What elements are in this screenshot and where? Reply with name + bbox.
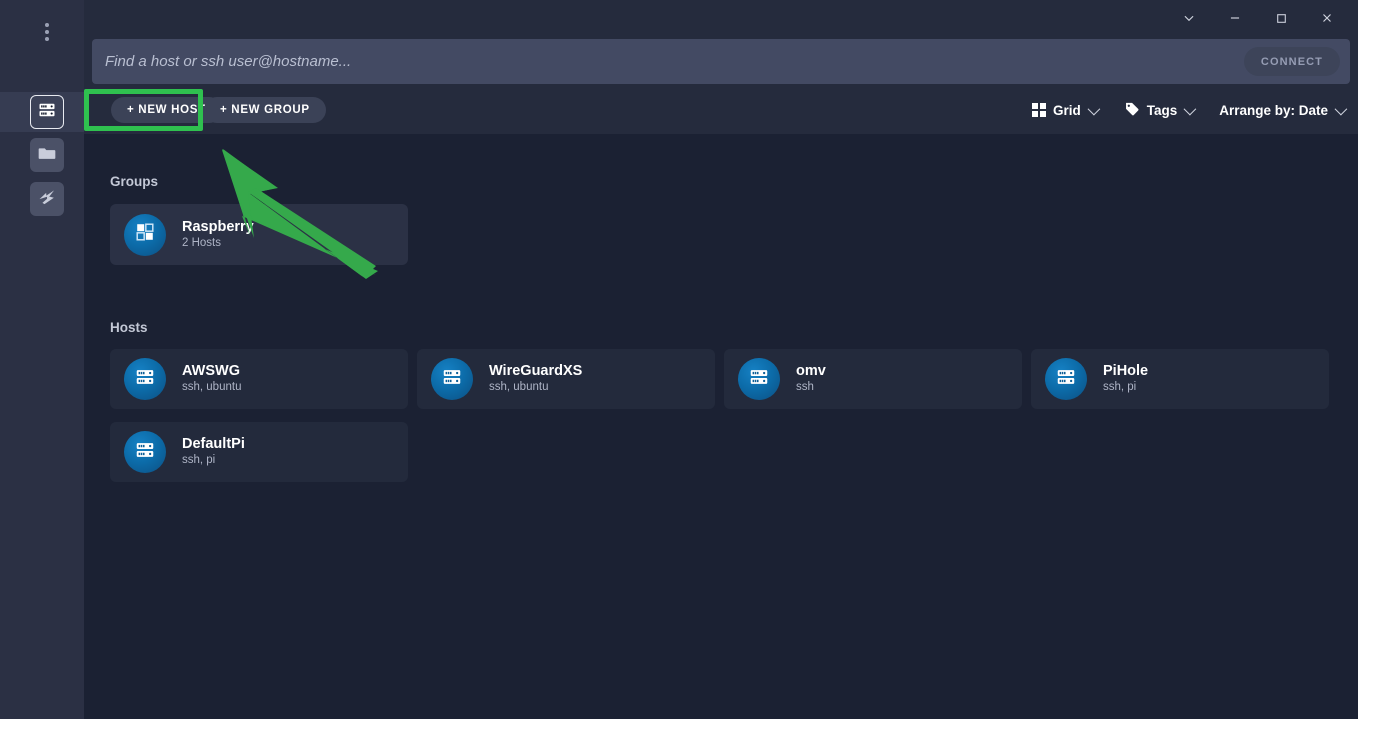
tags-dropdown[interactable]: Tags (1123, 100, 1197, 120)
group-name: Raspberry (182, 218, 254, 235)
arrange-by-dropdown[interactable]: Arrange by: Date (1219, 102, 1348, 118)
search-field[interactable]: CONNECT (92, 39, 1350, 84)
arrange-by-label: Arrange by: Date (1219, 102, 1328, 118)
host-name: PiHole (1103, 363, 1149, 379)
chevron-down-icon (1087, 102, 1100, 115)
host-card[interactable]: PiHole ssh, pi (1031, 349, 1329, 409)
screenshot-root: CONNECT + NEW HOST + NEW GROUP Grid (0, 0, 1375, 731)
host-card[interactable]: DefaultPi ssh, pi (110, 422, 408, 482)
tags-label: Tags (1146, 102, 1178, 118)
host-card-text: WireGuardXS ssh, ubuntu (489, 363, 582, 395)
hosts-section-label: Hosts (110, 320, 148, 335)
host-avatar (1045, 358, 1087, 400)
host-name: omv (796, 363, 826, 379)
toolbar: + NEW HOST + NEW GROUP Grid Tags Arrange… (84, 86, 1358, 134)
host-avatar (431, 358, 473, 400)
termius-window: CONNECT + NEW HOST + NEW GROUP Grid (0, 0, 1358, 719)
server-icon (441, 366, 463, 393)
search-row: CONNECT (84, 36, 1358, 86)
window-controls (1166, 0, 1350, 36)
group-icon (134, 221, 156, 248)
close-icon[interactable] (1304, 0, 1350, 36)
host-avatar (738, 358, 780, 400)
host-card-text: AWSWG ssh, ubuntu (182, 363, 241, 395)
server-icon (748, 366, 770, 393)
chevron-down-icon (1183, 102, 1197, 115)
server-icon (1055, 366, 1077, 393)
group-host-count: 2 Hosts (182, 236, 221, 249)
host-card[interactable]: omv ssh (724, 349, 1022, 409)
host-name: AWSWG (182, 363, 240, 379)
host-subtitle: ssh (796, 381, 814, 393)
overflow-menu-icon[interactable] (26, 8, 68, 56)
host-card-text: DefaultPi ssh, pi (182, 436, 245, 468)
left-rail (0, 0, 84, 719)
server-icon (134, 439, 156, 466)
host-subtitle: ssh, ubuntu (182, 381, 242, 393)
group-card[interactable]: Raspberry 2 Hosts (110, 204, 408, 265)
connect-button[interactable]: CONNECT (1243, 47, 1340, 76)
sidebar-item-sftp[interactable] (30, 138, 64, 172)
view-mode-label: Grid (1052, 102, 1081, 118)
host-card-text: omv ssh (796, 363, 826, 395)
sidebar-item-hosts[interactable] (30, 95, 64, 129)
group-avatar (124, 213, 166, 256)
title-bar (84, 0, 1358, 36)
chevron-down-icon (1334, 102, 1348, 115)
view-mode-grid-dropdown[interactable]: Grid (1031, 102, 1100, 118)
port-forwarding-icon (37, 187, 57, 212)
server-icon (134, 366, 156, 393)
host-name: WireGuardXS (489, 363, 583, 379)
new-group-button[interactable]: + NEW GROUP (204, 97, 326, 123)
host-avatar (124, 431, 166, 473)
groups-section-label: Groups (110, 174, 159, 189)
host-subtitle: ssh, ubuntu (489, 381, 549, 393)
host-card-text: PiHole ssh, pi (1103, 363, 1148, 395)
maximize-icon[interactable] (1258, 0, 1304, 36)
search-input[interactable] (105, 39, 1205, 84)
grid-icon (1031, 103, 1046, 117)
host-subtitle: ssh, pi (182, 454, 216, 466)
group-card-text: Raspberry 2 Hosts (182, 219, 254, 251)
host-subtitle: ssh, pi (1103, 381, 1137, 393)
tag-icon (1123, 100, 1140, 120)
folder-icon (37, 143, 57, 168)
host-name: DefaultPi (182, 436, 245, 452)
host-card[interactable]: WireGuardXS ssh, ubuntu (417, 349, 715, 409)
main-content: Groups Raspberry 2 Hosts Hosts AWSWG ssh… (84, 134, 1358, 719)
minimize-icon[interactable] (1212, 0, 1258, 36)
hosts-icon (37, 100, 57, 125)
toolbar-right-controls: Grid Tags Arrange by: Date (1031, 86, 1348, 134)
chevron-down-icon[interactable] (1166, 0, 1212, 36)
host-card[interactable]: AWSWG ssh, ubuntu (110, 349, 408, 409)
sidebar-item-port-forwarding[interactable] (30, 182, 64, 216)
host-avatar (124, 358, 166, 400)
